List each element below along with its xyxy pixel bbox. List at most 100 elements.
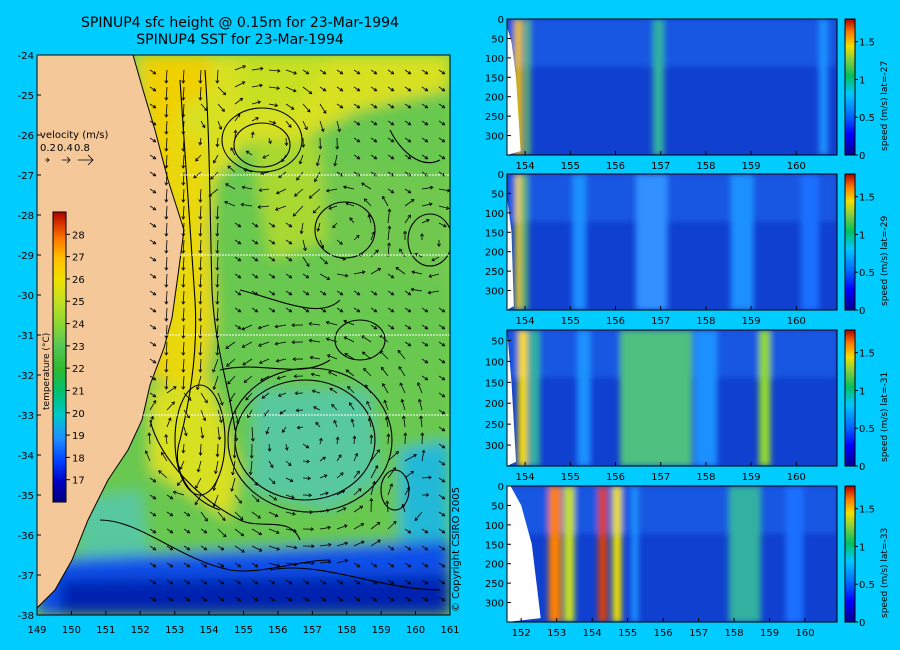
section-x-tick-label: 155 xyxy=(561,161,580,172)
speed-streak xyxy=(785,486,804,622)
section-y-tick-label: 200 xyxy=(485,93,504,104)
speed-streak xyxy=(528,330,540,466)
section-y-tick-label: 0 xyxy=(498,15,504,26)
sst-colorbar xyxy=(52,211,67,503)
speed-streak xyxy=(730,174,754,310)
speed-colorbar-tick-label: 1.5 xyxy=(859,38,875,49)
speed-colorbar-tick-label: 1 xyxy=(859,542,865,553)
section-x-tick-label: 160 xyxy=(796,628,815,639)
section-x-tick-label: 158 xyxy=(725,628,744,639)
speed-colorbar xyxy=(844,485,856,623)
map-x-tick-label: 154 xyxy=(200,625,219,636)
map-y-tick-label: -25 xyxy=(18,91,34,102)
section-y-tick-label: 150 xyxy=(485,228,504,239)
section-x-tick-label: 154 xyxy=(516,161,535,172)
section-x-tick-label: 159 xyxy=(742,472,761,483)
section-y-tick-label: 100 xyxy=(485,209,504,220)
speed-colorbar-tick-label: 0.5 xyxy=(859,424,875,435)
speed-colorbar-tick-label: 1.5 xyxy=(859,193,875,204)
title-line-2: SPINUP4 SST for 23-Mar-1994 xyxy=(136,32,344,48)
sst-colorbar-tick-label: 22 xyxy=(72,364,85,375)
speed-streak xyxy=(728,486,761,622)
speed-colorbar-tick-label: 0.5 xyxy=(859,268,875,279)
sst-map: -24 -25 -26 -27 -28 -29 -30 -31 -32 -33 -34 -35 -36 -… xyxy=(18,51,460,636)
title-line-1: SPINUP4 sfc height @ 0.15m for 23-Mar-19… xyxy=(81,15,399,31)
section-y-tick-label: 0 xyxy=(498,482,504,493)
section-x-tick-label: 159 xyxy=(742,161,761,172)
speed-colorbar xyxy=(844,18,856,156)
section-y-tick-label: 150 xyxy=(485,73,504,84)
section-lat-33: 0 50 100 150 200 250 300 152 153 154 155 156 157 158 1… xyxy=(485,482,890,639)
speed-streak xyxy=(694,330,718,466)
map-y-tick-label: -36 xyxy=(18,531,34,542)
map-y-tick-label: -38 xyxy=(18,611,34,622)
section-y-tick-label: 300 xyxy=(485,132,504,143)
speed-streak xyxy=(518,330,528,466)
section-x-tick-label: 157 xyxy=(689,628,708,639)
speed-colorbar-tick-label: 0.5 xyxy=(859,113,875,124)
map-y-tick-label: -33 xyxy=(18,411,34,422)
speed-colorbar xyxy=(844,173,856,311)
section-y-tick-label: 200 xyxy=(485,560,504,571)
speed-streak xyxy=(515,174,522,310)
speed-colorbar-label: speed (m/s) lat=-27 xyxy=(880,61,890,151)
section-y-tick-label: 300 xyxy=(485,287,504,298)
section-x-tick-label: 159 xyxy=(760,628,779,639)
section-y-tick-label: 250 xyxy=(485,420,504,431)
velocity-legend-value-3: 0.8 xyxy=(74,143,90,154)
section-y-tick-label: 50 xyxy=(491,34,504,45)
map-x-tick-label: 160 xyxy=(406,625,425,636)
section-y-tick-label: 250 xyxy=(485,579,504,590)
copyright: © Copyright CSIRO 2005 xyxy=(451,487,462,612)
sst-colorbar-label: temperature (°C) xyxy=(42,333,52,410)
section-y-tick-label: 100 xyxy=(485,521,504,532)
map-x-tick-label: 151 xyxy=(96,625,115,636)
section-x-tick-label: 157 xyxy=(651,316,670,327)
sst-colorbar-tick-label: 25 xyxy=(72,297,85,308)
section-y-tick-label: 250 xyxy=(485,267,504,278)
section-lat-27: 0 50 100 150 200 250 300 154 155 156 157 158 159 160 1… xyxy=(485,15,890,172)
section-x-tick-label: 159 xyxy=(742,316,761,327)
speed-streak xyxy=(652,19,665,155)
speed-colorbar-tick-label: 1.5 xyxy=(859,505,875,516)
section-x-tick-label: 156 xyxy=(606,316,625,327)
speed-colorbar-label: speed (m/s) lat=-31 xyxy=(880,372,890,462)
section-y-tick-label: 200 xyxy=(485,248,504,259)
speed-colorbar-label: speed (m/s) lat=-29 xyxy=(880,216,890,306)
section-x-tick-label: 158 xyxy=(696,161,715,172)
map-y-tick-label: -35 xyxy=(18,491,34,502)
section-y-tick-label: 300 xyxy=(485,599,504,610)
speed-sections: 050100150200250300154 155 156 157 158 159 1601… xyxy=(485,15,890,639)
sst-colorbar-tick-label: 17 xyxy=(72,476,85,487)
speed-streak xyxy=(620,330,693,466)
map-x-tick-label: 161 xyxy=(440,625,459,636)
sst-colorbar-tick-label: 20 xyxy=(72,409,85,420)
section-y-tick-label: 50 xyxy=(491,336,504,347)
speed-streak xyxy=(522,174,528,310)
map-y-tick-label: -27 xyxy=(18,171,34,182)
section-y-tick-label: 300 xyxy=(485,441,504,452)
map-y-tick-label: -34 xyxy=(18,451,34,462)
map-x-tick-label: 159 xyxy=(372,625,391,636)
section-x-tick-label: 157 xyxy=(651,472,670,483)
map-x-tick-label: 156 xyxy=(268,625,287,636)
speed-streak xyxy=(577,330,591,466)
speed-colorbar-tick-label: 0 xyxy=(859,462,865,473)
speed-streak xyxy=(548,486,562,622)
sst-colorbar-tick-label: 28 xyxy=(72,230,85,241)
map-y-tick-label: -37 xyxy=(18,571,34,582)
section-lat-29: 0 50 100 150 200 250 300 154 155 156 157 158 159 160 1… xyxy=(485,170,890,327)
section-y-tick-label: 100 xyxy=(485,357,504,368)
map-y-tick-label: -31 xyxy=(18,331,34,342)
section-x-tick-label: 155 xyxy=(561,316,580,327)
velocity-legend-value-1: 0.2 xyxy=(40,143,56,154)
speed-colorbar-tick-label: 0 xyxy=(859,151,865,162)
section-x-tick-label: 155 xyxy=(618,628,637,639)
speed-streak xyxy=(635,174,668,310)
map-x-tick-label: 153 xyxy=(165,625,184,636)
velocity-legend-value-2: 0.4 xyxy=(57,143,73,154)
sst-colorbar-tick-label: 21 xyxy=(72,386,85,397)
section-y-tick-label: 250 xyxy=(485,112,504,123)
section-x-tick-label: 154 xyxy=(516,316,535,327)
map-x-tick-label: 152 xyxy=(131,625,150,636)
